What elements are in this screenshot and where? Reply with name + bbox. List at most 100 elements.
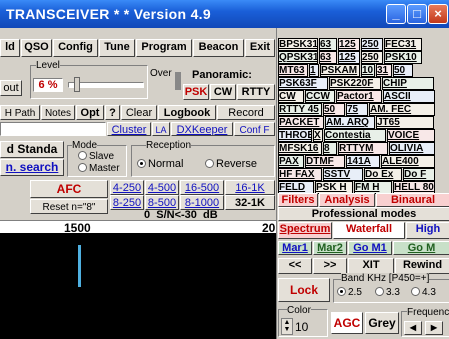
opt-button[interactable]: Opt xyxy=(76,105,104,120)
toolbar-ld[interactable]: ld xyxy=(0,39,20,57)
color-value[interactable]: 10 xyxy=(295,320,308,334)
mode-button[interactable]: PSK10 xyxy=(384,51,422,64)
mode-button[interactable]: Contestia xyxy=(324,129,386,142)
mode-slave-radio[interactable]: Slave xyxy=(78,151,114,163)
panoramic-cw-button[interactable]: CW xyxy=(210,84,236,100)
mode-button[interactable]: FEC31 xyxy=(384,38,422,51)
mode-button[interactable]: MT63 xyxy=(278,64,308,77)
cluster-button[interactable]: Cluster xyxy=(107,122,151,136)
mode-button[interactable]: CW xyxy=(278,90,304,103)
mode-button[interactable]: AM. ARQ xyxy=(325,116,375,129)
mode-button[interactable]: 125 xyxy=(338,38,360,51)
go-m1-button[interactable]: Go M1 xyxy=(348,241,392,255)
reception-reverse-radio[interactable]: Reverse xyxy=(205,158,257,170)
mode-button[interactable]: 250 xyxy=(361,51,383,64)
mode-button[interactable]: 50 xyxy=(393,64,413,77)
toolbar-program[interactable]: Program xyxy=(136,39,192,57)
xit-button[interactable]: XIT xyxy=(348,258,394,274)
notes-field[interactable] xyxy=(0,122,106,136)
logbook-button[interactable]: Logbook xyxy=(158,105,216,120)
mode-button[interactable]: 141A xyxy=(346,155,380,168)
filter-4-500[interactable]: 4-500 xyxy=(145,180,179,195)
mode-button[interactable]: Do F xyxy=(403,168,435,181)
band-2-5-radio[interactable]: 2.5 xyxy=(337,287,362,299)
mode-button[interactable]: Do Ex xyxy=(364,168,402,181)
mode-button[interactable]: 10 xyxy=(361,64,375,77)
color-spinner[interactable]: ▲ ▼ xyxy=(281,318,293,335)
marker-2-button[interactable]: Mar2 xyxy=(313,241,347,255)
mode-button[interactable]: SSTV xyxy=(323,168,363,181)
reset-button[interactable]: Reset n="8" xyxy=(30,199,108,214)
filter-8-1000[interactable]: 8-1000 xyxy=(180,195,224,210)
afc-button[interactable]: AFC xyxy=(30,180,108,198)
mode-button[interactable]: 250 xyxy=(361,38,383,51)
close-button[interactable]: × xyxy=(428,4,448,24)
maximize-button[interactable]: □ xyxy=(407,4,427,24)
filter-4-250[interactable]: 4-250 xyxy=(110,180,144,195)
record-button[interactable]: Record xyxy=(217,105,275,120)
mode-button[interactable]: X xyxy=(313,129,323,142)
band-4-3-radio[interactable]: 4.3 xyxy=(411,287,436,299)
chevron-left-icon[interactable]: ◀ xyxy=(404,321,422,335)
waterfall-display[interactable] xyxy=(0,233,276,339)
toolbar-config[interactable]: Config xyxy=(53,39,98,57)
search-button[interactable]: n. search xyxy=(0,159,64,176)
tab-waterfall[interactable]: Waterfall xyxy=(333,222,405,239)
agc-button[interactable]: AGC xyxy=(331,312,363,334)
mode-button[interactable]: 8 xyxy=(323,142,337,155)
binaural-button[interactable]: Binaural xyxy=(376,193,449,207)
mode-button[interactable]: VOICE xyxy=(387,129,435,142)
reception-normal-radio[interactable]: Normal xyxy=(137,158,183,170)
out-button[interactable]: out xyxy=(0,80,22,96)
mode-button[interactable]: RTTYM xyxy=(338,142,388,155)
mode-button[interactable]: ASCII xyxy=(383,90,435,103)
mode-button[interactable]: HF FAX xyxy=(278,168,322,181)
lock-button[interactable]: Lock xyxy=(278,278,330,302)
toolbar-exit[interactable]: Exit xyxy=(245,39,275,57)
toolbar-qso[interactable]: QSO xyxy=(21,39,52,57)
level-slider-thumb[interactable] xyxy=(74,77,80,92)
mode-button[interactable]: ALE400 xyxy=(381,155,435,168)
analysis-button[interactable]: Analysis xyxy=(319,193,375,207)
mode-button[interactable]: Pactor1 xyxy=(336,90,382,103)
forward-right-button[interactable]: >> xyxy=(313,258,347,274)
mode-button[interactable]: CCW xyxy=(305,90,335,103)
band-3-3-radio[interactable]: 3.3 xyxy=(375,287,400,299)
mode-button[interactable]: PSK220F xyxy=(329,77,381,90)
filter-16-500[interactable]: 16-500 xyxy=(180,180,224,195)
standard-button[interactable]: d Standa xyxy=(0,141,64,158)
mode-button[interactable]: PSK63F xyxy=(278,77,328,90)
chevron-right-icon[interactable]: ▶ xyxy=(425,321,443,335)
filter-32-1k[interactable]: 32-1K xyxy=(225,195,275,210)
mode-button[interactable]: PACKET xyxy=(278,116,324,129)
notes-button[interactable]: Notes xyxy=(41,105,75,120)
professional-modes-button[interactable]: Professional modes xyxy=(278,207,449,221)
mode-button[interactable]: QPSK31 xyxy=(278,51,318,64)
minimize-button[interactable]: _ xyxy=(386,4,406,24)
go-m2-button[interactable]: Go M xyxy=(393,241,449,255)
hpath-button[interactable]: H Path xyxy=(0,105,40,120)
mode-button[interactable]: JT65 xyxy=(376,116,434,129)
filter-8-250[interactable]: 8-250 xyxy=(110,195,144,210)
conf-button[interactable]: Conf F xyxy=(234,122,275,136)
mode-button[interactable]: 50 xyxy=(323,103,345,116)
mode-button[interactable]: 125 xyxy=(338,51,360,64)
mode-button[interactable]: PSKAM xyxy=(320,64,360,77)
mode-button[interactable]: MFSK16 xyxy=(278,142,322,155)
clear-button[interactable]: Clear xyxy=(121,105,157,120)
mode-button[interactable]: CHIP xyxy=(382,77,434,90)
rewind-left-button[interactable]: << xyxy=(278,258,312,274)
mode-button[interactable]: 1 xyxy=(309,64,319,77)
dxkeeper-button[interactable]: DXKeeper xyxy=(171,122,233,136)
mode-button[interactable]: THROB xyxy=(278,129,312,142)
filter-8-500[interactable]: 8-500 xyxy=(145,195,179,210)
mode-button[interactable]: DTMF xyxy=(305,155,345,168)
rewind-button[interactable]: Rewind xyxy=(395,258,449,274)
help-button[interactable]: ? xyxy=(105,105,120,120)
marker-1-button[interactable]: Mar1 xyxy=(278,241,312,255)
mode-button[interactable]: 63 xyxy=(319,38,337,51)
filter-16-1k[interactable]: 16-1K xyxy=(225,180,275,195)
panoramic-rtty-button[interactable]: RTTY xyxy=(237,84,275,100)
filters-button[interactable]: Filters xyxy=(278,193,318,207)
mode-button[interactable]: 75 xyxy=(346,103,368,116)
